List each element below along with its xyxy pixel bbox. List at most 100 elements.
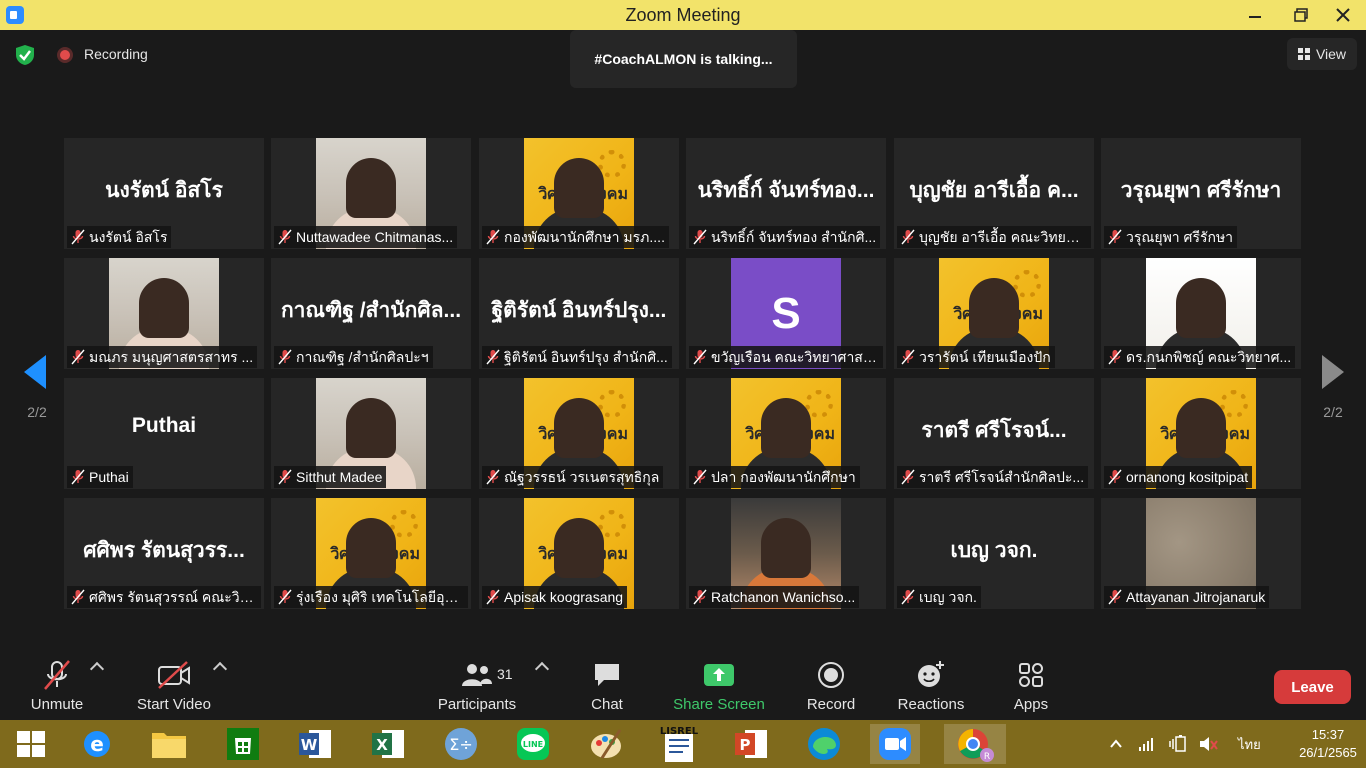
participant-name-text: Apisak koograsang [504, 589, 624, 605]
participant-name-text: Nuttawadee Chitmanas... [296, 229, 454, 245]
participant-name-label: มณภร มนุญศาสตรสาทร ... [67, 346, 258, 368]
taskbar-math-input[interactable]: Σ÷ [436, 724, 486, 764]
window-titlebar: Zoom Meeting [0, 0, 1366, 30]
taskbar-chrome[interactable]: R [944, 724, 1006, 764]
taskbar-excel[interactable]: X [363, 724, 413, 764]
participant-tile[interactable]: Attayanan Jitrojanaruk [1101, 498, 1301, 609]
participant-display-name: วรุณยุพา ศรีรักษา [1120, 179, 1282, 202]
participant-name-label: นงรัตน์ อิสโร [67, 226, 172, 248]
participant-display-name: บุญชัย อารีเอื้อ ค... [909, 179, 1079, 202]
audio-options-caret[interactable] [89, 661, 105, 677]
video-camera-off-icon [158, 661, 190, 689]
show-hidden-icons-button[interactable] [1110, 720, 1122, 768]
participant-tile[interactable]: กาณฑิฐ /สำนักศิล... กาณฑิฐ /สำนักศิลปะฯ [271, 258, 471, 369]
participant-display-name: กาณฑิฐ /สำนักศิล... [280, 299, 462, 322]
participant-tile[interactable]: มณภร มนุญศาสตรสาทร ... [64, 258, 264, 369]
unmute-button[interactable]: Unmute [22, 658, 92, 713]
participant-tile[interactable]: Puthai Puthai [64, 378, 264, 489]
participant-tile[interactable]: S ขวัญเรือน คณะวิทยาศาสต... [686, 258, 886, 369]
svg-text:X: X [376, 736, 388, 754]
participant-name-text: ราตรี ศรีโรจน์สำนักศิลปะ... [919, 469, 1085, 485]
participant-tile[interactable]: วิศวกร สังคมornanong kositpipat [1101, 378, 1301, 489]
start-video-label: Start Video [137, 696, 211, 713]
participants-options-caret[interactable] [534, 661, 550, 677]
windows-start-button[interactable] [6, 724, 56, 764]
active-speaker-banner: #CoachALMON is talking... [570, 30, 797, 88]
taskbar-lisrel[interactable]: LISREL [654, 724, 704, 764]
volume-status[interactable] [1198, 720, 1220, 768]
taskbar-internet-explorer[interactable]: e [72, 724, 122, 764]
participant-tile[interactable]: วิศวกร สังคมApisak koograsang [479, 498, 679, 609]
participant-tile[interactable]: Nuttawadee Chitmanas... [271, 138, 471, 249]
store-icon [227, 728, 259, 760]
participant-tile[interactable]: บุญชัย อารีเอื้อ ค... บุญชัย อารีเอื้อ คณ… [894, 138, 1094, 249]
close-button[interactable] [1320, 0, 1366, 30]
participant-name-text: กองพัฒนานักศึกษา มรภ.... [504, 229, 665, 245]
input-language[interactable]: ไทย [1238, 720, 1261, 768]
network-status[interactable] [1138, 720, 1156, 768]
start-video-button[interactable]: Start Video [134, 658, 214, 713]
participant-figure [761, 518, 811, 578]
minimize-button[interactable] [1232, 0, 1278, 30]
participant-tile[interactable]: ศศิพร รัตนสุวรร... ศศิพร รัตนสุวรรณ์ คณะว… [64, 498, 264, 609]
apps-button[interactable]: Apps [1008, 658, 1054, 713]
participant-name-text: ขวัญเรือน คณะวิทยาศาสต... [711, 349, 883, 365]
participant-tile[interactable]: ราตรี ศรีโรจน์... ราตรี ศรีโรจน์สำนักศิลป… [894, 378, 1094, 489]
mic-muted-icon [901, 229, 915, 245]
participant-name-text: เบญ วจก. [919, 589, 977, 605]
taskbar-line[interactable]: LINE [508, 724, 558, 764]
participant-tile[interactable]: วิศวกร สังคมรุ่งเรือง มุศิริ เทคโนโลยีอุ… [271, 498, 471, 609]
mic-muted-icon [901, 349, 915, 365]
share-screen-button[interactable]: Share Screen [672, 658, 766, 713]
mic-muted-icon [278, 229, 292, 245]
system-clock[interactable]: 15:37 26/1/2565 [1293, 726, 1363, 762]
participant-name-text: มณภร มนุญศาสตรสาทร ... [89, 349, 254, 365]
arrow-left-icon [24, 355, 46, 389]
participant-tile[interactable]: Ratchanon Wanichso... [686, 498, 886, 609]
participant-tile[interactable]: วิศวกร สังคมวรารัตน์ เทียนเมืองปัก [894, 258, 1094, 369]
participant-name-label: รุ่งเรือง มุศิริ เทคโนโลยีอุตส... [274, 586, 468, 608]
window-title: Zoom Meeting [625, 5, 741, 25]
taskbar-file-explorer[interactable] [144, 724, 194, 764]
taskbar-zoom[interactable] [870, 724, 920, 764]
next-page-button[interactable]: 2/2 [1310, 320, 1356, 430]
participants-label: Participants [437, 696, 517, 713]
taskbar-microsoft-store[interactable] [218, 724, 268, 764]
participant-tile[interactable]: เบญ วจก. เบญ วจก. [894, 498, 1094, 609]
participant-figure [761, 398, 811, 458]
maximize-button[interactable] [1278, 0, 1324, 30]
mic-muted-icon [1108, 589, 1122, 605]
mic-muted-icon [71, 229, 85, 245]
participant-tile[interactable]: ดร.กนกพิชญ์ คณะวิทยาศ... [1101, 258, 1301, 369]
leave-button[interactable]: Leave [1274, 670, 1351, 704]
participant-tile[interactable]: วรุณยุพา ศรีรักษา วรุณยุพา ศรีรักษา [1101, 138, 1301, 249]
taskbar-powerpoint[interactable]: P [726, 724, 776, 764]
video-options-caret[interactable] [212, 661, 228, 677]
participant-name-label: วรุณยุพา ศรีรักษา [1104, 226, 1238, 248]
svg-text:e: e [90, 732, 104, 756]
previous-page-button[interactable]: 2/2 [14, 320, 60, 430]
chat-bubble-icon [595, 664, 619, 686]
reactions-button[interactable]: Reactions [896, 658, 966, 713]
view-button[interactable]: View [1287, 38, 1357, 70]
participant-tile[interactable]: วิศวกร สังคมณัฐวรรธน์ วรเนตรสุทธิกุล [479, 378, 679, 489]
participant-tile[interactable]: ฐิติรัตน์ อินทร์ปรุง... ฐิติรัตน์ อินทร์ป… [479, 258, 679, 369]
record-button[interactable]: Record [803, 658, 859, 713]
participant-tile[interactable]: Sitthut Madee [271, 378, 471, 489]
chat-button[interactable]: Chat [582, 658, 632, 713]
taskbar-paint[interactable] [581, 724, 631, 764]
record-label: Record [806, 696, 856, 713]
edge-icon [808, 728, 840, 760]
volume-muted-icon [1200, 737, 1218, 751]
battery-status[interactable] [1168, 720, 1192, 768]
participant-name-label: กาณฑิฐ /สำนักศิลปะฯ [274, 346, 433, 368]
participant-tile[interactable]: วิศวกร สังคมกองพัฒนานักศึกษา มรภ.... [479, 138, 679, 249]
taskbar-edge[interactable] [799, 724, 849, 764]
participant-tile[interactable]: วิศวกร สังคมปลา กองพัฒนานักศึกษา [686, 378, 886, 489]
taskbar-word[interactable]: W [290, 724, 340, 764]
participants-count: 31 [497, 666, 513, 682]
security-shield-icon[interactable] [14, 44, 36, 66]
participant-tile[interactable]: นริทธิ์ก์ จันทร์ทอง... นริทธิ์ก์ จันทร์ทอ… [686, 138, 886, 249]
math-input-icon: Σ÷ [445, 728, 477, 760]
participant-tile[interactable]: นงรัตน์ อิสโร นงรัตน์ อิสโร [64, 138, 264, 249]
